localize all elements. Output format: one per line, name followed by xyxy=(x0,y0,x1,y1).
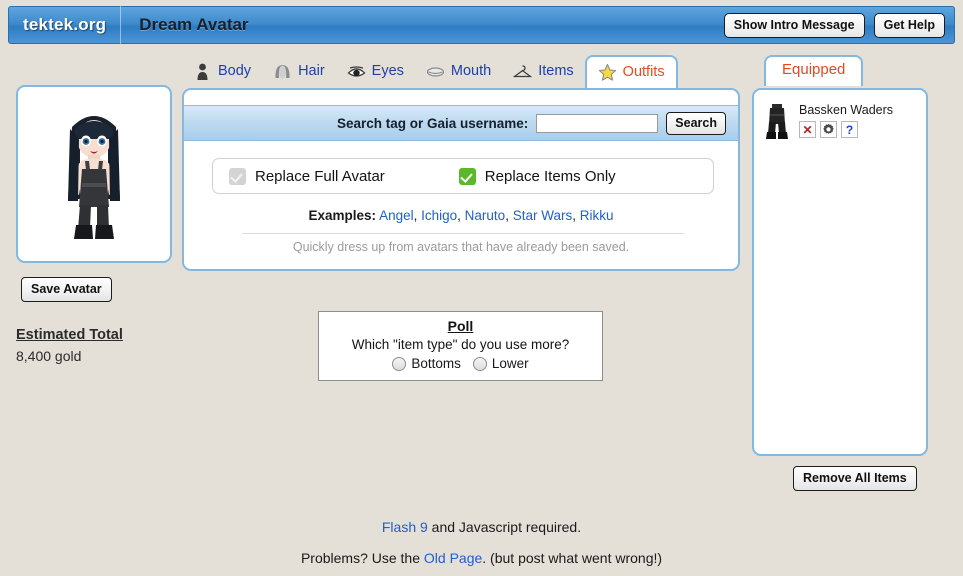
poll-option-lower-label: Lower xyxy=(491,356,529,371)
replace-items-only-label: Replace Items Only xyxy=(484,167,616,185)
tab-body[interactable]: Body xyxy=(182,56,262,89)
replace-full-avatar-option[interactable]: Replace Full Avatar xyxy=(229,167,385,185)
tab-items[interactable]: Items xyxy=(502,56,584,89)
example-link-ichigo[interactable]: Ichigo xyxy=(421,208,457,223)
tab-items-label: Items xyxy=(538,63,574,79)
poll-radio-bottoms[interactable] xyxy=(392,356,407,371)
poll-box: Poll Which "item type" do you use more? … xyxy=(318,311,603,381)
search-label: Search tag or Gaia username: xyxy=(336,115,529,131)
app-header: tektek.org Dream Avatar Show Intro Messa… xyxy=(8,6,955,44)
gear-icon-button[interactable] xyxy=(820,121,837,138)
estimated-total-value: 8,400 gold xyxy=(16,348,82,364)
outfits-hint-text: Quickly dress up from avatars that have … xyxy=(292,240,630,254)
outfits-panel: Search tag or Gaia username: Search Repl… xyxy=(182,88,740,271)
page-title: Dream Avatar xyxy=(139,15,249,34)
tab-outfits[interactable]: Outfits xyxy=(584,55,678,91)
examples-row: Examples: Angel, Ichigo, Naruto, Star Wa… xyxy=(308,208,614,223)
example-link-angel[interactable]: Angel xyxy=(379,208,414,223)
remove-item-button[interactable]: ✕ xyxy=(799,121,816,138)
poll-option-bottoms[interactable]: Bottoms xyxy=(392,356,461,371)
poll-title: Poll xyxy=(447,318,474,334)
tab-hair-label: Hair xyxy=(298,63,325,79)
remove-all-items-button[interactable]: Remove All Items xyxy=(793,466,917,491)
replace-options-group: Replace Full Avatar Replace Items Only xyxy=(212,158,714,194)
search-input[interactable] xyxy=(536,113,659,133)
info-item-button[interactable]: ? xyxy=(841,121,858,138)
tab-mouth-label: Mouth xyxy=(450,63,492,79)
item-thumbnail xyxy=(764,102,790,145)
example-link-naruto[interactable]: Naruto xyxy=(465,208,506,223)
hair-icon xyxy=(273,62,292,81)
footer-flash-notice: Flash 9 and Javascript required. xyxy=(0,519,963,535)
eye-icon xyxy=(347,62,366,81)
get-help-button[interactable]: Get Help xyxy=(873,12,945,38)
old-page-link[interactable]: Old Page xyxy=(424,550,482,566)
equipped-panel: Bassken Waders ✕ ? xyxy=(752,88,928,456)
replace-items-only-checkbox[interactable] xyxy=(458,167,476,185)
replace-full-avatar-checkbox[interactable] xyxy=(229,167,246,185)
examples-label: Examples: xyxy=(308,208,377,223)
tab-mouth[interactable]: Mouth xyxy=(415,56,502,89)
poll-option-lower[interactable]: Lower xyxy=(472,356,529,371)
tab-hair[interactable]: Hair xyxy=(262,56,336,89)
poll-options: Bottoms Lower xyxy=(319,356,602,371)
search-bar: Search tag or Gaia username: Search xyxy=(184,105,738,141)
tab-body-label: Body xyxy=(218,63,252,79)
example-link-rikku[interactable]: Rikku xyxy=(580,208,614,223)
flash-link[interactable]: Flash 9 xyxy=(382,519,428,535)
replace-items-only-option[interactable]: Replace Items Only xyxy=(458,167,616,185)
save-avatar-button[interactable]: Save Avatar xyxy=(21,277,112,302)
footer-problems-notice: Problems? Use the Old Page. (but post wh… xyxy=(0,550,963,566)
replace-full-avatar-label: Replace Full Avatar xyxy=(255,167,385,185)
equipped-list-item: Bassken Waders ✕ ? xyxy=(754,90,926,145)
category-tabs: Body Hair Eyes Mouth Items Outfits xyxy=(182,55,678,91)
site-brand: tektek.org xyxy=(23,15,107,34)
poll-option-bottoms-label: Bottoms xyxy=(411,356,461,371)
poll-radio-lower[interactable] xyxy=(472,356,487,371)
show-intro-message-button[interactable]: Show Intro Message xyxy=(723,12,865,38)
tab-eyes[interactable]: Eyes xyxy=(336,56,415,89)
search-button[interactable]: Search xyxy=(666,111,726,135)
tab-equipped[interactable]: Equipped xyxy=(764,55,864,86)
estimated-total-label: Estimated Total xyxy=(16,327,123,343)
example-link-star-wars[interactable]: Star Wars xyxy=(513,208,573,223)
tab-eyes-label: Eyes xyxy=(371,63,404,79)
footer-problems-post: . (but post what went wrong!) xyxy=(482,550,663,566)
avatar-preview-panel[interactable] xyxy=(16,85,172,263)
item-name: Bassken Waders xyxy=(799,103,894,117)
star-icon xyxy=(598,63,617,82)
hanger-icon xyxy=(512,62,533,81)
panel-divider xyxy=(242,233,684,234)
person-icon xyxy=(193,62,212,81)
tab-outfits-label: Outfits xyxy=(622,64,665,80)
gear-icon xyxy=(823,123,834,134)
footer-flash-rest: and Javascript required. xyxy=(427,519,582,535)
avatar-image xyxy=(68,116,120,239)
footer-problems-pre: Problems? Use the xyxy=(300,550,424,566)
item-actions: ✕ ? xyxy=(799,121,893,138)
mouth-icon xyxy=(426,62,445,81)
poll-question: Which "item type" do you use more? xyxy=(351,337,570,352)
